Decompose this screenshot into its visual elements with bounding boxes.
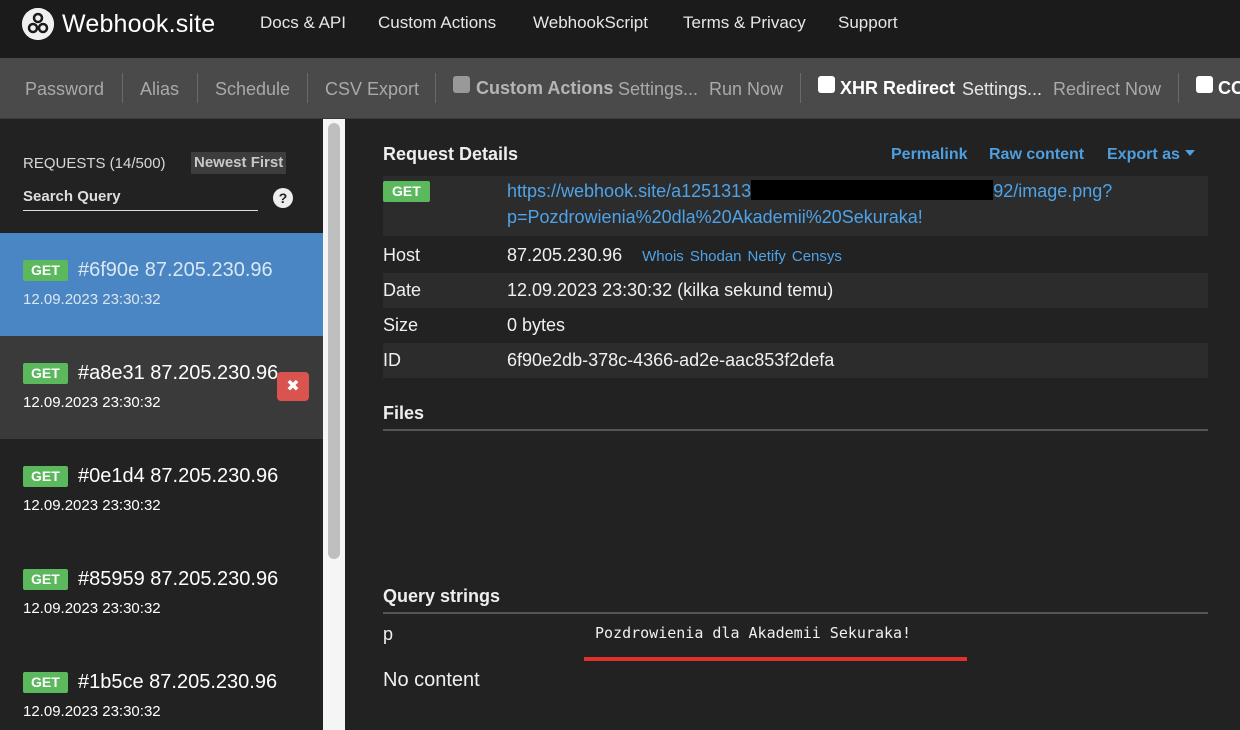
no-content-text: No content <box>383 669 480 691</box>
password-button[interactable]: Password <box>25 79 104 100</box>
toolbar: Password Alias Schedule CSV Export Custo… <box>0 58 1240 119</box>
permalink-link[interactable]: Permalink <box>891 146 967 164</box>
custom-actions-label: Custom Actions <box>476 78 614 98</box>
custom-actions-settings-button[interactable]: Settings... <box>618 79 698 100</box>
redacted-block <box>751 180 994 200</box>
request-details-title: Request Details <box>383 144 519 164</box>
cors-label: CO <box>1218 78 1240 98</box>
date-row: Date 12.09.2023 23:30:32 (kilka sekund t… <box>383 273 1208 308</box>
request-title: #1b5ce 87.205.230.96 <box>78 671 278 693</box>
request-item-a8e31[interactable]: GET #a8e31 87.205.230.96 12.09.2023 23:3… <box>0 336 323 439</box>
id-row: ID 6f90e2db-378c-4366-ad2e-aac853f2defa <box>383 343 1208 378</box>
xhr-redirect-checkbox[interactable] <box>818 76 835 93</box>
request-item-85959[interactable]: GET #85959 87.205.230.96 12.09.2023 23:3… <box>0 542 323 645</box>
request-time: 12.09.2023 23:30:32 <box>23 394 161 411</box>
toolbar-divider <box>800 73 801 103</box>
method-badge: GET <box>383 181 430 202</box>
request-item-0e1d4[interactable]: GET #0e1d4 87.205.230.96 12.09.2023 23:3… <box>0 439 323 542</box>
sort-order-button[interactable]: Newest First <box>191 152 287 174</box>
request-details-panel: Request Details Permalink Raw content Ex… <box>345 119 1240 730</box>
request-title: #85959 87.205.230.96 <box>78 568 279 590</box>
nav-custom-actions[interactable]: Custom Actions <box>378 13 496 33</box>
size-label: Size <box>383 315 419 335</box>
export-as-label: Export as <box>1107 146 1180 163</box>
query-strings-title: Query strings <box>383 586 501 606</box>
id-value: 6f90e2db-378c-4366-ad2e-aac853f2defa <box>507 350 835 370</box>
host-row: Host 87.205.230.96 Whois Shodan Netify Censy… <box>383 241 1208 273</box>
nav-webhookscript[interactable]: WebhookScript <box>533 13 648 33</box>
help-icon[interactable]: ? <box>273 188 293 208</box>
csv-export-button[interactable]: CSV Export <box>325 79 419 100</box>
netify-link[interactable]: Netify <box>748 248 786 265</box>
request-time: 12.09.2023 23:30:32 <box>23 497 161 514</box>
xhr-settings-button[interactable]: Settings... <box>962 79 1042 100</box>
request-item-6f90e[interactable]: GET #6f90e 87.205.230.96 12.09.2023 23:3… <box>0 233 323 336</box>
request-title: #0e1d4 87.205.230.96 <box>78 465 279 487</box>
method-badge: GET <box>23 672 68 693</box>
request-time: 12.09.2023 23:30:32 <box>23 291 161 308</box>
size-row: Size 0 bytes <box>383 308 1208 343</box>
nav-support[interactable]: Support <box>838 13 898 33</box>
url-start: https://webhook.site/a1251313 <box>507 181 752 201</box>
host-label: Host <box>383 245 421 265</box>
shodan-link[interactable]: Shodan <box>690 248 742 265</box>
toolbar-divider <box>307 73 308 103</box>
redirect-now-button[interactable]: Redirect Now <box>1053 79 1161 100</box>
files-divider <box>383 429 1208 431</box>
method-badge: GET <box>23 466 68 487</box>
method-badge: GET <box>23 569 68 590</box>
brand-name: Webhook.site <box>62 9 216 38</box>
run-now-button[interactable]: Run Now <box>709 79 783 100</box>
search-input[interactable]: Search Query <box>23 186 258 211</box>
nav-docs-api[interactable]: Docs & API <box>260 13 346 33</box>
request-sidebar: REQUESTS (14/500) Newest First Search Qu… <box>0 119 323 730</box>
export-as-dropdown[interactable]: Export as <box>1107 146 1195 164</box>
request-time: 12.09.2023 23:30:32 <box>23 703 161 720</box>
scrollbar-thumb[interactable] <box>328 123 340 559</box>
censys-link[interactable]: Censys <box>792 248 842 265</box>
alias-button[interactable]: Alias <box>140 79 179 100</box>
date-label: Date <box>383 280 422 300</box>
files-title: Files <box>383 403 425 423</box>
date-value: 12.09.2023 23:30:32 (kilka sekund temu) <box>507 280 834 300</box>
host-ip: 87.205.230.96 <box>507 245 623 265</box>
webhook-logo-icon <box>22 8 54 40</box>
request-url-link[interactable]: https://webhook.site/a1251313 92/image.pn… <box>507 178 1207 230</box>
request-time: 12.09.2023 23:30:32 <box>23 600 161 617</box>
host-value: 87.205.230.96 Whois Shodan Netify Censys <box>507 245 842 266</box>
method-badge: GET <box>23 260 68 281</box>
top-navbar: Webhook.site Docs & API Custom Actions W… <box>0 0 1240 58</box>
query-value: Pozdrowienia dla Akademii Sekuraka! <box>595 624 912 642</box>
size-value: 0 bytes <box>507 315 566 335</box>
nav-terms-privacy[interactable]: Terms & Privacy <box>683 13 806 33</box>
highlight-underline <box>584 657 967 661</box>
schedule-button[interactable]: Schedule <box>215 79 290 100</box>
request-title: #a8e31 87.205.230.96 <box>78 362 279 384</box>
id-label: ID <box>383 350 401 370</box>
whois-link[interactable]: Whois <box>642 248 684 265</box>
toolbar-divider <box>197 73 198 103</box>
caret-down-icon <box>1184 150 1195 156</box>
query-strings-divider <box>383 612 1208 614</box>
cors-checkbox[interactable] <box>1196 76 1213 93</box>
sidebar-scrollbar[interactable] <box>323 119 345 730</box>
toolbar-divider <box>122 73 123 103</box>
raw-content-link[interactable]: Raw content <box>989 146 1084 164</box>
request-item-1b5ce[interactable]: GET #1b5ce 87.205.230.96 12.09.2023 23:3… <box>0 645 323 730</box>
brand[interactable]: Webhook.site <box>22 6 215 42</box>
requests-count: REQUESTS (14/500) <box>23 155 166 172</box>
xhr-redirect-label: XHR Redirect <box>840 78 956 98</box>
delete-request-button[interactable]: ✖ <box>277 372 309 401</box>
toolbar-divider <box>435 73 436 103</box>
method-badge: GET <box>23 363 68 384</box>
toolbar-divider <box>1178 73 1179 103</box>
request-title: #6f90e 87.205.230.96 <box>78 259 273 281</box>
custom-actions-checkbox[interactable] <box>453 76 470 93</box>
query-key: p <box>383 624 394 644</box>
url-row: GET https://webhook.site/a1251313 92/imag… <box>383 176 1208 236</box>
